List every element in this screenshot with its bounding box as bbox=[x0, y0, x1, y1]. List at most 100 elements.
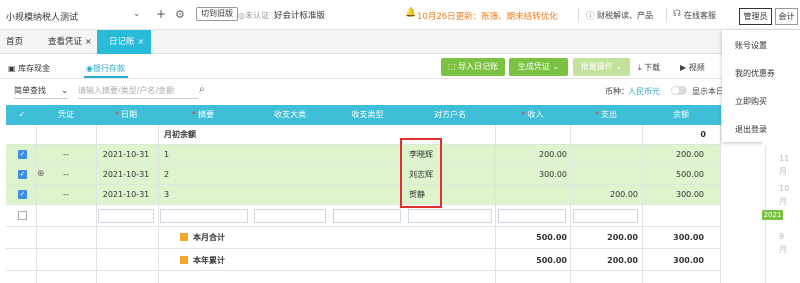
video-button[interactable]: ▶ 视频 bbox=[680, 62, 705, 73]
close-icon[interactable]: × bbox=[138, 37, 145, 46]
batch-operation-button[interactable]: 批量操作 ⌄ bbox=[573, 58, 630, 76]
year-total-balance: 300.00 bbox=[673, 256, 704, 265]
row-checkbox[interactable]: ✓ bbox=[18, 150, 27, 159]
row-checkbox[interactable]: ✓ bbox=[18, 170, 27, 179]
currency-select[interactable]: 人民币元 bbox=[628, 86, 660, 97]
row-income[interactable]: 300.00 bbox=[495, 165, 567, 185]
search-input[interactable]: 请输入摘要/类型/户名/金额 bbox=[78, 84, 198, 99]
menu-item-logout[interactable]: 退出登录 bbox=[735, 124, 767, 135]
import-icon: ⬚ bbox=[447, 62, 456, 71]
col-income: * 收入 bbox=[521, 110, 544, 119]
switch-old-version-button[interactable]: 切到旧版 bbox=[196, 7, 238, 21]
grid-line bbox=[158, 125, 159, 283]
category-input[interactable] bbox=[254, 209, 326, 223]
row-checkbox[interactable] bbox=[18, 211, 27, 220]
cal-month[interactable]: 9 bbox=[779, 232, 784, 241]
year-badge[interactable]: 2021 bbox=[762, 210, 783, 220]
col-voucher: 凭证 bbox=[58, 110, 74, 119]
row-income[interactable] bbox=[495, 185, 567, 205]
row-summary[interactable]: 3 bbox=[164, 185, 169, 205]
company-name[interactable]: 小规模纳税人测试 bbox=[6, 10, 78, 23]
grid-line bbox=[96, 125, 97, 283]
accountant-button[interactable]: 会计 bbox=[775, 8, 798, 25]
cal-month[interactable]: 10 bbox=[779, 184, 789, 193]
table-row bbox=[6, 125, 721, 145]
row-summary[interactable]: 2 bbox=[164, 165, 169, 185]
month-total-expense: 200.00 bbox=[607, 233, 638, 242]
divider bbox=[0, 78, 740, 79]
chevron-down-icon[interactable]: ⌄ bbox=[133, 9, 141, 19]
gear-icon[interactable]: ⚙ bbox=[175, 8, 185, 21]
opening-balance: 0 bbox=[700, 130, 706, 139]
show-today-label: 显示本日 bbox=[692, 87, 724, 96]
total-icon bbox=[180, 256, 188, 264]
online-support-link[interactable]: 在线客服 bbox=[684, 10, 716, 21]
subtab-cash[interactable]: ▣ 库存现金 bbox=[8, 60, 50, 78]
row-expense[interactable] bbox=[570, 145, 638, 165]
col-category: 收支大类 bbox=[274, 110, 306, 119]
headset-icon: ☊ bbox=[673, 9, 681, 19]
col-party: 对方户名 bbox=[434, 110, 466, 119]
year-total-label: 本年累计 bbox=[193, 256, 225, 265]
news-link[interactable]: 财税解读、产品 bbox=[597, 10, 653, 21]
currency-label: 币种： bbox=[605, 87, 629, 96]
update-notice-link[interactable]: 10月26日更新：账簿、期末结转优化 bbox=[417, 10, 558, 22]
month-total-label: 本月合计 bbox=[193, 233, 225, 242]
add-icon[interactable]: + bbox=[156, 7, 166, 21]
expense-input[interactable] bbox=[573, 209, 638, 223]
type-input[interactable] bbox=[333, 209, 401, 223]
grid-line bbox=[570, 125, 571, 283]
col-type: 收支类型 bbox=[351, 110, 384, 119]
opening-label: 月初余额 bbox=[164, 130, 196, 139]
party-input[interactable] bbox=[408, 209, 492, 223]
menu-item-buy-now[interactable]: 立即购买 bbox=[735, 96, 767, 107]
row-income[interactable]: 200.00 bbox=[495, 145, 567, 165]
month-total-income: 500.00 bbox=[536, 233, 567, 242]
row-date[interactable]: 2021-10-31 bbox=[96, 185, 156, 205]
row-voucher: -- bbox=[63, 150, 69, 159]
row-expense[interactable]: 200.00 bbox=[570, 185, 638, 205]
grid-line bbox=[642, 125, 643, 283]
search-mode-select[interactable]: 简单查找 ⌄ bbox=[14, 84, 68, 99]
col-summary: * 摘要 bbox=[192, 110, 214, 119]
row-voucher: -- bbox=[63, 170, 69, 179]
row-balance: 300.00 bbox=[676, 190, 704, 199]
admin-button[interactable]: 管理员 bbox=[739, 8, 772, 25]
chevron-down-icon: ⌄ bbox=[61, 86, 68, 95]
divider bbox=[666, 8, 667, 22]
cal-month-unit: 月 bbox=[779, 197, 787, 206]
tab-journal[interactable]: 日记账 × bbox=[97, 30, 151, 54]
col-date: * 日期 bbox=[115, 110, 137, 119]
import-journal-button[interactable]: ⬚ 导入日记账 bbox=[441, 58, 505, 76]
row-date[interactable]: 2021-10-31 bbox=[96, 165, 156, 185]
income-input[interactable] bbox=[498, 209, 566, 223]
menu-item-coupons[interactable]: 我的优惠券 bbox=[735, 68, 775, 79]
cal-month[interactable]: 11 bbox=[779, 154, 789, 163]
generate-voucher-button[interactable]: 生成凭证 ⌄ bbox=[509, 58, 568, 76]
chevron-down-icon: ⌄ bbox=[615, 62, 623, 71]
cash-icon: ▣ bbox=[8, 64, 16, 73]
row-voucher: -- bbox=[63, 190, 69, 199]
close-icon[interactable]: × bbox=[85, 37, 92, 46]
show-today-toggle[interactable] bbox=[671, 86, 687, 95]
tab-home[interactable]: 首页 bbox=[0, 30, 29, 54]
bell-icon: 🔔 bbox=[405, 8, 417, 18]
row-date[interactable]: 2021-10-31 bbox=[96, 145, 156, 165]
row-expense[interactable] bbox=[570, 165, 638, 185]
select-all-checkbox[interactable]: ✓ bbox=[12, 105, 32, 125]
search-icon[interactable]: ⌕ bbox=[199, 84, 205, 95]
year-total-income: 500.00 bbox=[536, 256, 567, 265]
menu-item-account-settings[interactable]: 账号设置 bbox=[735, 40, 767, 51]
grid-line bbox=[495, 125, 496, 283]
highlight-box bbox=[400, 138, 442, 208]
download-button[interactable]: ⤓ 下载 bbox=[638, 62, 660, 73]
grid-line bbox=[720, 125, 721, 283]
summary-input[interactable] bbox=[160, 209, 248, 223]
tab-view-voucher[interactable]: 查看凭证 × bbox=[42, 30, 98, 54]
year-total-expense: 200.00 bbox=[607, 256, 638, 265]
row-summary[interactable]: 1 bbox=[164, 145, 169, 165]
row-checkbox[interactable]: ✓ bbox=[18, 190, 27, 199]
date-input[interactable] bbox=[98, 209, 154, 223]
bank-icon: ◉ bbox=[86, 64, 93, 73]
row-balance: 500.00 bbox=[676, 170, 704, 179]
